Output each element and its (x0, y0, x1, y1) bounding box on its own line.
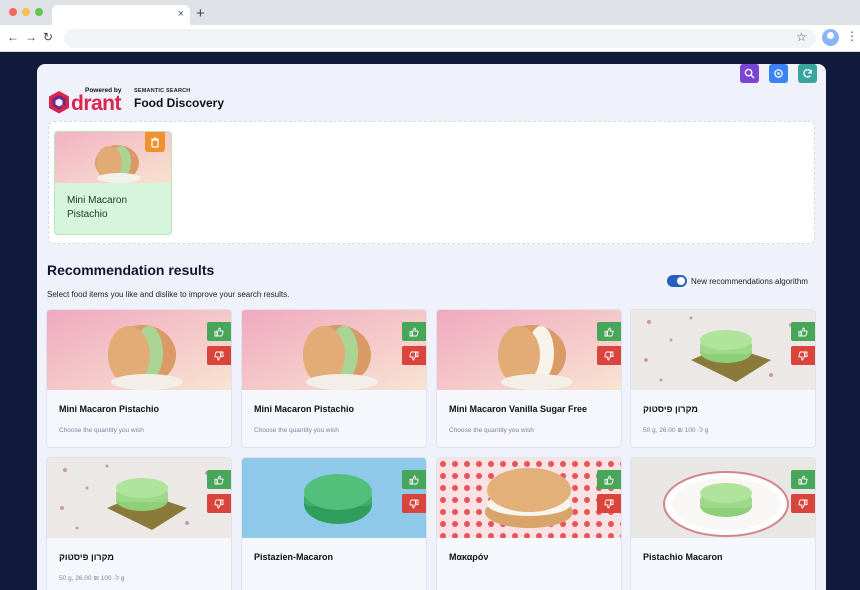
recommendations-subtitle: Select food items you like and dislike t… (47, 290, 290, 299)
food-discovery-page: Powered by drant SEMANTIC SEARCH Food Di… (37, 64, 826, 590)
like-button[interactable] (791, 322, 815, 341)
dislike-button[interactable] (207, 346, 231, 365)
browser-tab[interactable]: × (52, 5, 190, 25)
like-button[interactable] (597, 322, 621, 341)
thumbs-down-icon (409, 499, 419, 508)
recommendation-card: Mini Macaron Vanilla Sugar Free Choose t… (436, 309, 622, 448)
refresh-button[interactable] (798, 64, 817, 83)
app-subtitle: SEMANTIC SEARCH (134, 88, 191, 94)
food-description: 50 g, 26.00 ₪ ל- 100 g (59, 575, 125, 582)
app-title: Food Discovery (134, 96, 225, 110)
thumbs-up-icon (409, 327, 419, 336)
thumbs-down-icon (214, 499, 224, 508)
profile-avatar[interactable] (822, 29, 839, 46)
dislike-button[interactable] (402, 494, 426, 513)
thumbs-up-icon (214, 327, 224, 336)
dislike-button[interactable] (402, 346, 426, 365)
food-name: Pistazien-Macaron (254, 552, 334, 562)
recommendation-card: Mini Macaron Pistachio Choose the quanti… (241, 309, 427, 448)
recommendation-card: Pistazien-Macaron (241, 457, 427, 590)
thumbs-up-icon (604, 475, 614, 484)
recommendation-card: Pistachio Macaron (630, 457, 816, 590)
brand-wordmark: drant (71, 92, 122, 115)
thumbs-up-icon (214, 475, 224, 484)
food-name: מקרון פיסטוק (643, 404, 698, 414)
food-image (242, 458, 426, 538)
thumbs-down-icon (798, 499, 808, 508)
food-description: Choose the quantity you wish (254, 427, 339, 434)
dislike-button[interactable] (597, 494, 621, 513)
browser-toolbar: ← → ↻ ☆ ⋮ (0, 25, 860, 52)
like-button[interactable] (207, 470, 231, 489)
food-description: 50 g, 26.00 ₪ ל- 100 g (643, 427, 709, 434)
food-image (631, 310, 815, 390)
search-icon (744, 68, 755, 79)
food-name: Μακαρόν (449, 552, 489, 562)
recommendations-title: Recommendation results (47, 262, 215, 278)
bookmark-star-icon[interactable]: ☆ (796, 30, 807, 44)
browser-tab-strip: × + (0, 0, 860, 25)
toggle-knob (677, 277, 685, 285)
tab-close-icon[interactable]: × (178, 8, 184, 20)
algorithm-toggle[interactable] (667, 275, 687, 287)
selected-item-card: Mini Macaron Pistachio (54, 131, 172, 235)
minimize-window-button[interactable] (22, 8, 30, 16)
maximize-window-button[interactable] (35, 8, 43, 16)
food-name: מקרון פיסטוק (59, 552, 114, 562)
dislike-button[interactable] (791, 494, 815, 513)
new-tab-button[interactable]: + (196, 5, 205, 22)
food-image (437, 458, 621, 538)
reload-icon[interactable]: ↻ (43, 30, 53, 44)
like-button[interactable] (207, 322, 231, 341)
dislike-button[interactable] (597, 346, 621, 365)
thumbs-up-icon (409, 475, 419, 484)
browser-menu-icon[interactable]: ⋮ (846, 29, 858, 43)
thumbs-up-icon (604, 327, 614, 336)
like-button[interactable] (597, 470, 621, 489)
food-description: Choose the quantity you wish (59, 427, 144, 434)
recommendation-grid: Mini Macaron Pistachio Choose the quanti… (46, 309, 817, 590)
selected-items-area: Mini Macaron Pistachio (48, 121, 815, 244)
dislike-button[interactable] (207, 494, 231, 513)
address-bar[interactable] (64, 29, 816, 48)
food-image (47, 458, 231, 538)
close-window-button[interactable] (9, 8, 17, 16)
selected-item-name: Mini Macaron Pistachio (67, 195, 128, 220)
thumbs-down-icon (604, 351, 614, 360)
food-image (631, 458, 815, 538)
back-arrow-icon[interactable]: ← (7, 30, 19, 44)
window-controls (9, 8, 43, 16)
dislike-button[interactable] (791, 346, 815, 365)
food-name: Mini Macaron Pistachio (254, 404, 355, 414)
recommendation-card: מקרון פיסטוק 50 g, 26.00 ₪ ל- 100 g (630, 309, 816, 448)
food-image (47, 310, 231, 390)
settings-button[interactable] (769, 64, 788, 83)
food-name: Mini Macaron Vanilla Sugar Free (449, 404, 588, 414)
like-button[interactable] (402, 322, 426, 341)
thumbs-down-icon (798, 351, 808, 360)
recommendation-card: מקרון פיסטוק 50 g, 26.00 ₪ ל- 100 g (46, 457, 232, 590)
recommendation-card: Mini Macaron Pistachio Choose the quanti… (46, 309, 232, 448)
refresh-icon (803, 69, 812, 78)
thumbs-up-icon (798, 475, 808, 484)
recommendation-card: Μακαρόν (436, 457, 622, 590)
thumbs-up-icon (798, 327, 808, 336)
thumbs-down-icon (409, 351, 419, 360)
thumbs-down-icon (604, 499, 614, 508)
food-name: Mini Macaron Pistachio (59, 404, 160, 414)
thumbs-down-icon (214, 351, 224, 360)
food-image (437, 310, 621, 390)
like-button[interactable] (402, 470, 426, 489)
forward-arrow-icon[interactable]: → (25, 30, 37, 44)
gear-icon (774, 69, 783, 78)
like-button[interactable] (791, 470, 815, 489)
algorithm-toggle-label: New recommendations algorithm (691, 277, 808, 286)
remove-item-button[interactable] (145, 132, 165, 152)
food-description: Choose the quantity you wish (449, 427, 534, 434)
search-button[interactable] (740, 64, 759, 83)
trash-icon (151, 136, 159, 148)
food-image (242, 310, 426, 390)
food-name: Pistachio Macaron (643, 552, 723, 562)
